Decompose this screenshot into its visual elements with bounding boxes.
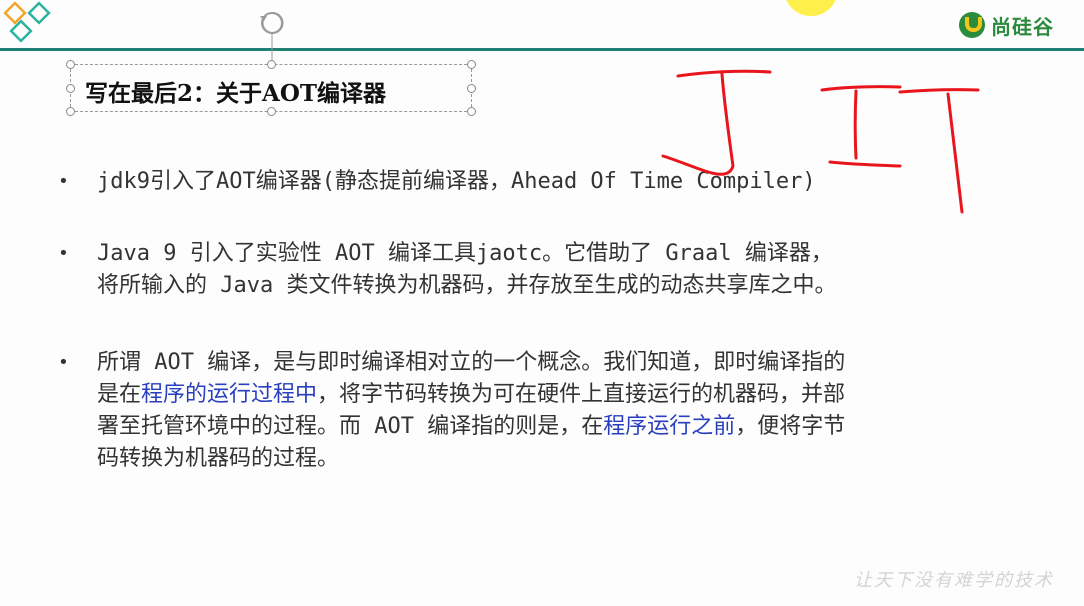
bullet-line: jdk9引入了AOT编译器(静态提前编译器，Ahead Of Time Comp… <box>97 166 988 198</box>
text-run: ，将字节码转换为可在硬件上直接运行的机器码，并部 <box>317 382 846 407</box>
slide-title-box[interactable]: 写在最后2：关于AOT编译器 <box>66 60 476 116</box>
bullet-symbol: • <box>58 352 69 373</box>
bullet-line: 是在程序的运行过程中，将字节码转换为可在硬件上直接运行的机器码，并部 <box>97 379 988 411</box>
resize-handle-e[interactable] <box>467 84 476 93</box>
resize-handle-w[interactable] <box>66 84 75 93</box>
resize-handle-sw[interactable] <box>66 107 75 116</box>
highlighted-text: 程序的运行过程中 <box>141 382 318 407</box>
bullet-item[interactable]: • Java 9 引入了实验性 AOT 编译工具jaotc。它借助了 Graal… <box>58 238 988 302</box>
bullet-text: 所谓 AOT 编译，是与即时编译相对立的一个概念。我们知道，即时编译指的 是在程序… <box>97 347 988 475</box>
bullet-line: Java 9 引入了实验性 AOT 编译工具jaotc。它借助了 Graal 编… <box>97 238 988 270</box>
bullet-line: 署至托管环境中的过程。而 AOT 编译指的则是，在程序运行之前，便将字节 <box>97 411 988 443</box>
brand-name: 尚硅谷 <box>991 14 1054 39</box>
logo-diamonds-icon <box>3 1 51 43</box>
rotate-handle-icon[interactable] <box>257 8 287 64</box>
bullet-item[interactable]: • 所谓 AOT 编译，是与即时编译相对立的一个概念。我们知道，即时编译指的 是在… <box>58 347 988 475</box>
text-run: 码转换为机器码的过程。 <box>97 446 340 471</box>
text-run: 署至托管环境中的过程。而 AOT 编译指的则是，在 <box>97 414 604 439</box>
bullet-text: Java 9 引入了实验性 AOT 编译工具jaotc。它借助了 Graal 编… <box>97 238 988 302</box>
bullet-item[interactable]: • jdk9引入了AOT编译器(静态提前编译器，Ahead Of Time Co… <box>58 166 988 198</box>
bullet-symbol: • <box>58 243 69 264</box>
bullet-line: 所谓 AOT 编译，是与即时编译相对立的一个概念。我们知道，即时编译指的 <box>97 347 988 379</box>
resize-handle-se[interactable] <box>467 107 476 116</box>
resize-handle-ne[interactable] <box>467 60 476 69</box>
brand-logo: 尚硅谷 <box>959 10 1054 40</box>
bullet-symbol: • <box>58 171 69 192</box>
watermark: 让天下没有难学的技术 <box>854 570 1054 591</box>
brand-logo-icon <box>959 12 985 38</box>
text-run: 所谓 AOT 编译，是与即时编译相对立的一个概念。我们知道，即时编译指的 <box>97 350 846 375</box>
resize-handle-s[interactable] <box>267 107 276 116</box>
header-divider <box>0 48 1084 51</box>
text-run: Java 9 引入了实验性 AOT 编译工具jaotc。它借助了 Graal 编… <box>97 241 833 266</box>
resize-handle-n[interactable] <box>267 60 276 69</box>
text-run: ，便将字节 <box>735 414 846 439</box>
text-run: 将所输入的 Java 类文件转换为机器码，并存放至生成的动态共享库之中。 <box>97 273 837 298</box>
cursor-highlight <box>784 0 838 16</box>
resize-handle-nw[interactable] <box>66 60 75 69</box>
bullet-line: 将所输入的 Java 类文件转换为机器码，并存放至生成的动态共享库之中。 <box>97 270 988 302</box>
slide-title[interactable]: 写在最后2：关于AOT编译器 <box>85 74 386 108</box>
text-run: 是在 <box>97 382 142 407</box>
bullet-text: jdk9引入了AOT编译器(静态提前编译器，Ahead Of Time Comp… <box>97 166 988 198</box>
text-run: jdk9引入了AOT编译器(静态提前编译器，Ahead Of Time Comp… <box>97 169 816 194</box>
bullet-line: 码转换为机器码的过程。 <box>97 443 988 475</box>
highlighted-text: 程序运行之前 <box>603 414 736 439</box>
